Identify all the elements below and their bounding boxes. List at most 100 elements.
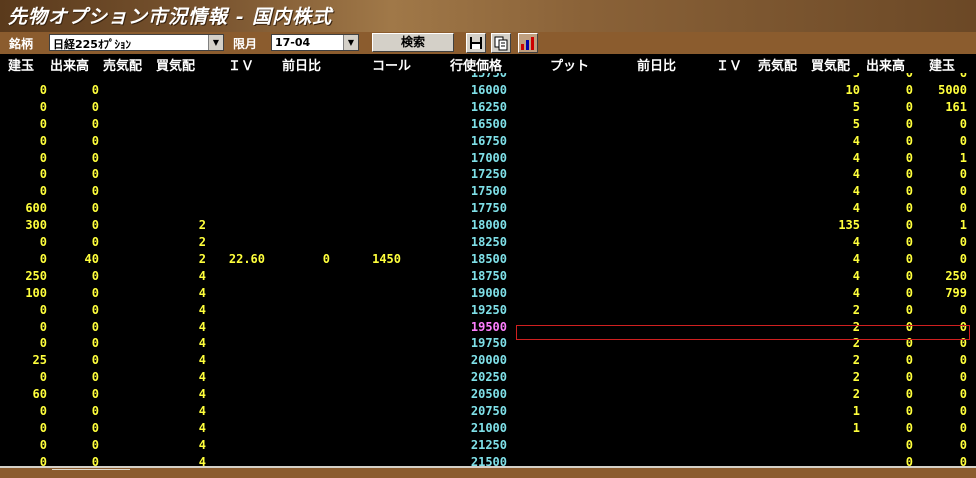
header-put[interactable]: プット [550,55,589,74]
table-row[interactable]: 0 0 17000 4 0 1 [0,150,976,167]
header-call-volume[interactable]: 出来高 [50,55,89,74]
put-open-interest-cell: 0 [959,167,967,182]
header-put-open-interest[interactable]: 建玉 [929,55,955,74]
put-bid-cell: 2 [852,387,860,402]
call-volume-cell: 0 [91,420,99,435]
table-row[interactable]: 0 0 4 19250 2 0 0 [0,302,976,319]
table-row[interactable]: 25 0 4 20000 2 0 0 [0,352,976,369]
put-volume-cell: 0 [905,73,913,80]
table-row[interactable]: 0 0 16000 10 0 5000 [0,82,976,99]
call-volume-cell: 0 [91,302,99,317]
brand-label: 銘柄 [9,37,34,51]
header-strike[interactable]: 行使価格 [450,55,502,74]
table-row[interactable]: 300 0 2 18000 135 0 1 [0,217,976,234]
strike-price-cell: 21250 [470,437,507,452]
put-bid-cell: 4 [852,285,860,300]
header-put-ask[interactable]: 売気配 [758,55,797,74]
call-bid-cell: 4 [198,370,206,385]
put-volume-cell: 0 [905,404,913,418]
put-volume-cell: 0 [905,454,913,466]
put-bid-cell: 4 [852,150,860,165]
table-row[interactable]: 0 0 16250 5 0 161 [0,99,976,116]
column-header: 建玉 出来高 売気配 買気配 ＩＶ 前日比 コール 行使価格 プット 前日比 Ｉ… [0,54,976,74]
strike-price-cell: 21500 [470,454,507,466]
header-put-change[interactable]: 前日比 [637,55,676,74]
header-call-ask[interactable]: 売気配 [103,55,142,74]
table-row[interactable]: 0 0 4 21250 0 0 [0,437,976,454]
table-row[interactable]: 0 0 16750 4 0 0 [0,133,976,150]
put-volume-cell: 0 [905,437,913,452]
header-put-bid[interactable]: 買気配 [811,55,850,74]
table-row[interactable]: 0 0 2 18250 4 0 0 [0,234,976,251]
call-open-interest-cell: 0 [39,370,47,385]
table-row[interactable]: 60 0 4 20500 2 0 0 [0,386,976,403]
put-volume-cell: 0 [905,201,913,216]
header-call[interactable]: コール [372,55,411,74]
strike-price-cell: 20500 [470,387,507,402]
copy-button[interactable] [491,33,511,53]
strike-price-cell: 16750 [470,133,507,148]
search-button[interactable]: 検索 [372,33,454,52]
chevron-down-icon[interactable]: ▼ [208,35,223,50]
put-bid-cell: 4 [852,133,860,148]
table-row[interactable]: 250 0 4 18750 4 0 250 [0,268,976,285]
strike-price-cell: 19750 [470,336,507,351]
put-volume-cell: 0 [905,235,913,249]
put-open-interest-cell: 0 [959,420,967,435]
table-row[interactable]: 0 0 17500 4 0 0 [0,183,976,200]
call-volume-cell: 0 [91,353,99,368]
call-volume-cell: 0 [91,82,99,97]
table-row[interactable]: 0 0 4 20750 1 0 0 [0,403,976,420]
put-open-interest-cell: 1 [959,150,967,165]
strike-price-cell: 17500 [470,184,507,199]
put-volume-cell: 0 [905,268,913,283]
call-change-cell: 0 [322,251,330,266]
copy-icon [494,36,508,51]
header-call-bid[interactable]: 買気配 [156,55,195,74]
table-row[interactable]: 0 0 17250 4 0 0 [0,166,976,183]
strike-price-cell: 18000 [470,218,507,233]
header-call-open-interest[interactable]: 建玉 [8,55,34,74]
header-call-change[interactable]: 前日比 [282,55,321,74]
save-button[interactable] [466,33,486,53]
put-open-interest-cell: 0 [959,201,967,216]
put-bid-cell: 4 [852,251,860,266]
call-volume-cell: 0 [91,319,99,334]
put-bid-cell: 5 [852,116,860,131]
table-row[interactable]: 600 0 17750 4 0 0 [0,200,976,217]
table-row[interactable]: 0 0 4 20250 2 0 0 [0,369,976,386]
strike-price-cell: 18250 [470,235,507,249]
call-bid-cell: 4 [198,454,206,466]
put-bid-cell: 5 [852,73,860,80]
call-open-interest-cell: 0 [39,251,47,266]
strike-price-cell: 17000 [470,150,507,165]
option-board[interactable]: 15750 5 0 6 0 0 16000 10 0 5000 0 0 16250 5 0 161 0 0 1650… [0,73,976,466]
header-put-iv[interactable]: ＩＶ [716,55,742,74]
chevron-down-icon[interactable]: ▼ [343,35,358,50]
put-volume-cell: 0 [905,218,913,233]
table-row[interactable]: 0 40 2 22.60 0 1450 18500 4 0 0 [0,251,976,268]
call-volume-cell: 0 [91,150,99,165]
put-volume-cell: 0 [905,184,913,199]
brand-select[interactable]: 日経225ｵﾌﾟｼｮﾝ ▼ [49,34,224,51]
table-row[interactable]: 0 0 4 21000 1 0 0 [0,420,976,437]
put-open-interest-cell: 0 [959,302,967,317]
put-open-interest-cell: 0 [959,370,967,385]
put-bid-cell: 10 [845,82,860,97]
table-row[interactable]: 15750 5 0 6 [0,73,976,82]
put-bid-cell: 2 [852,302,860,317]
call-price-cell: 1450 [372,251,401,266]
table-row[interactable]: 0 0 4 21500 0 0 [0,454,976,466]
call-open-interest-cell: 0 [39,302,47,317]
call-open-interest-cell: 0 [39,437,47,452]
put-volume-cell: 0 [905,285,913,300]
month-select[interactable]: 17-04 ▼ [271,34,359,51]
scrollbar[interactable] [52,469,130,478]
header-put-volume[interactable]: 出来高 [866,55,905,74]
header-call-iv[interactable]: ＩＶ [228,55,254,74]
table-row[interactable]: 0 0 16500 5 0 0 [0,116,976,133]
table-row[interactable]: 100 0 4 19000 4 0 799 [0,285,976,302]
status-bar [0,466,976,478]
call-open-interest-cell: 0 [39,404,47,418]
chart-button[interactable] [518,33,538,53]
